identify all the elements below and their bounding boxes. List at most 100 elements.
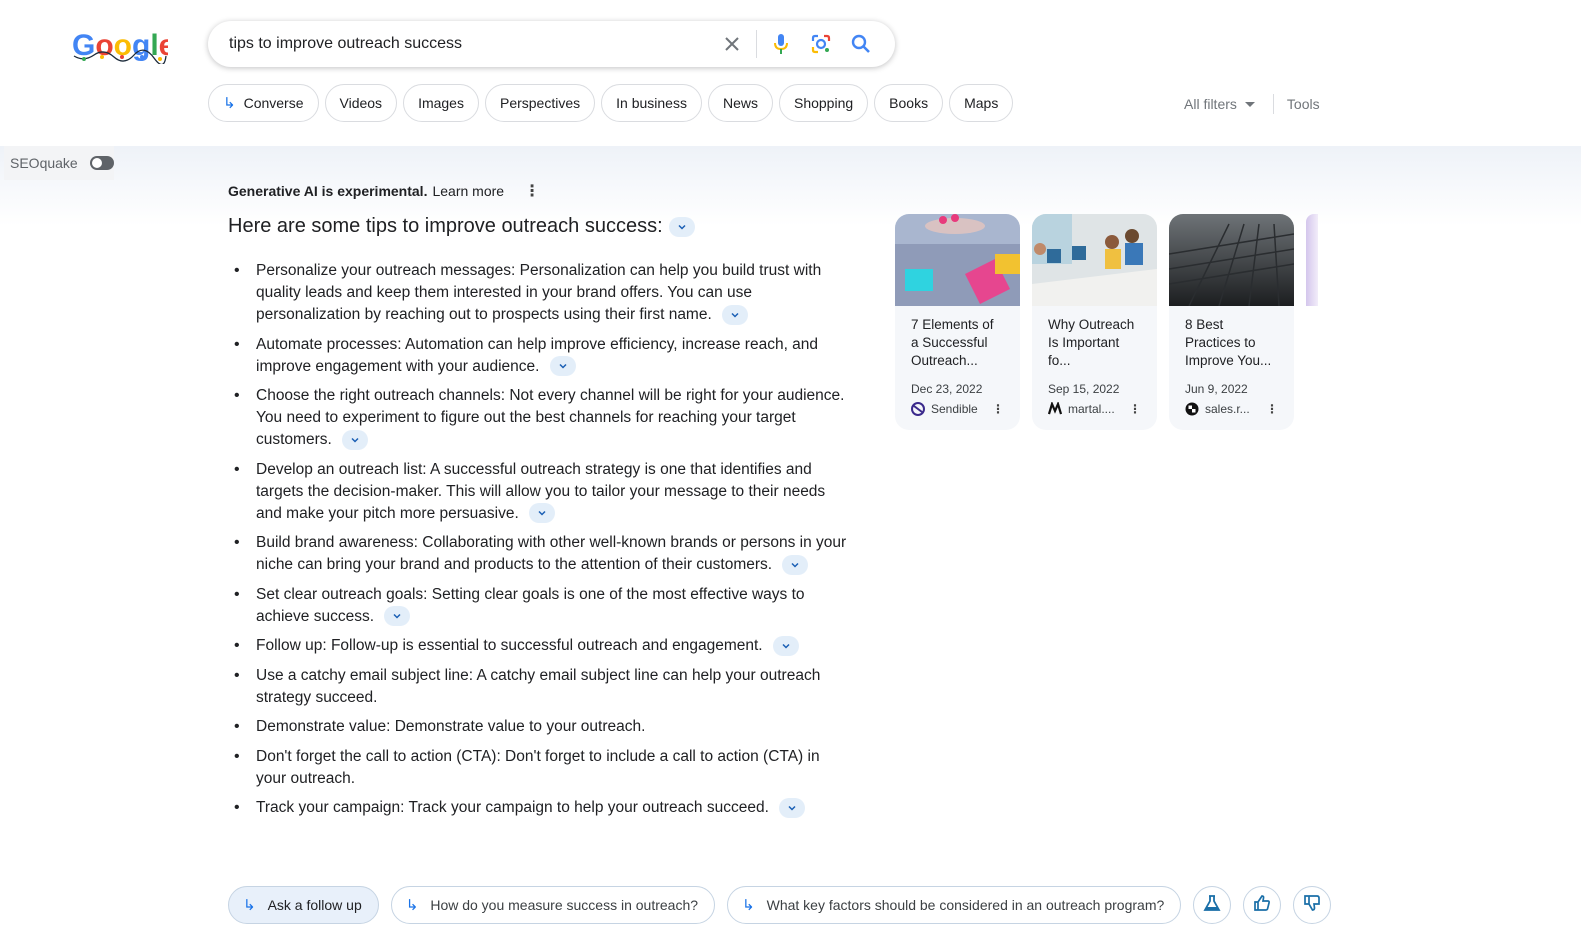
source-cards: 7 Elements of a Successful Outreach... D… [895, 214, 1294, 430]
source-card[interactable]: 8 Best Practices to Improve You... Jun 9… [1169, 214, 1294, 430]
card-title: 8 Best Practices to Improve You... [1185, 317, 1272, 368]
labs-flask-button[interactable] [1193, 886, 1232, 924]
microphone-icon[interactable] [761, 24, 801, 64]
followup-bar: ↳ Ask a follow up ↳ How do you measure suc… [228, 886, 1332, 924]
tip-item: Don't forget the call to action (CTA): D… [234, 746, 854, 790]
search-input[interactable] [229, 35, 712, 53]
chip-in-business[interactable]: In business [601, 84, 702, 122]
suggested-followup[interactable]: ↳ What key factors should be considered i… [727, 886, 1182, 924]
filters-bar: All filters Tools [1184, 94, 1320, 114]
more-options-icon[interactable]: ⋮ [1266, 402, 1278, 416]
card-date: Jun 9, 2022 [1185, 382, 1248, 396]
tip-text: Build brand awareness: Collaborating wit… [256, 534, 847, 573]
ask-follow-up-button[interactable]: ↳ Ask a follow up [228, 886, 379, 924]
source-card[interactable]: 7 Elements of a Successful Outreach... D… [895, 214, 1020, 430]
filters-divider [1272, 94, 1274, 114]
arrow-reply-icon: ↳ [742, 897, 755, 914]
followup-label: How do you measure success in outreach? [430, 897, 699, 913]
caret-down-icon[interactable] [1244, 101, 1255, 107]
more-options-icon[interactable]: ⋮ [524, 181, 540, 201]
tip-item: Track your campaign: Track your campaign… [234, 797, 854, 819]
chip-label: Images [418, 95, 464, 111]
chip-label: Shopping [793, 95, 854, 111]
chip-maps[interactable]: Maps [949, 84, 1014, 122]
tip-text: Automate processes: Automation can help … [256, 335, 819, 375]
more-options-icon[interactable]: ⋮ [1129, 402, 1141, 416]
learn-more-link[interactable]: Learn more [432, 183, 504, 199]
search-icon[interactable] [841, 24, 881, 64]
thumbs-down-button[interactable] [1293, 886, 1332, 924]
all-filters-button[interactable]: All filters [1184, 96, 1237, 112]
more-options-icon[interactable]: ⋮ [992, 402, 1004, 416]
chevron-down-icon[interactable] [549, 356, 576, 377]
chip-images[interactable]: Images [403, 84, 479, 122]
card-thumbnail [1169, 214, 1294, 307]
tip-text: Don't forget the call to action (CTA): D… [256, 747, 820, 787]
thumbs-up-button[interactable] [1243, 886, 1282, 924]
chevron-down-icon[interactable] [529, 503, 556, 524]
labs-flask-icon [1203, 894, 1221, 917]
chip-label: Converse [243, 95, 304, 111]
google-logo[interactable]: Google [72, 28, 175, 66]
chip-label: Perspectives [499, 95, 581, 111]
search-box [208, 21, 895, 67]
arrow-reply-icon: ↳ [243, 897, 256, 914]
source-card[interactable]: Why Outreach Is Important fo... Sep 15, … [1032, 214, 1157, 430]
tools-button[interactable]: Tools [1287, 96, 1320, 112]
sge-heading: Here are some tips to improve outreach s… [228, 215, 695, 238]
sendible-logo-icon [911, 402, 925, 416]
chevron-down-icon[interactable] [782, 554, 809, 575]
chevron-down-icon[interactable] [772, 635, 799, 656]
chip-label: In business [616, 95, 687, 111]
card-date: Dec 23, 2022 [911, 382, 983, 396]
tip-item: Demonstrate value: Demonstrate value to … [234, 716, 854, 738]
tip-item: Automate processes: Automation can help … [234, 334, 854, 378]
followup-label: What key factors should be considered in… [766, 897, 1165, 913]
chip-label: News [722, 95, 758, 111]
card-source: sales.r... [1205, 402, 1250, 416]
chip-label: Books [889, 95, 929, 111]
chip-videos[interactable]: Videos [324, 84, 398, 122]
chevron-down-icon[interactable] [722, 304, 749, 325]
camera-lens-icon[interactable] [801, 24, 841, 64]
chip-perspectives[interactable]: Perspectives [484, 84, 596, 122]
tip-text: Follow up: Follow-up is essential to suc… [256, 637, 763, 654]
notice-text: Generative AI is experimental. [228, 183, 428, 199]
chip-shopping[interactable]: Shopping [778, 84, 869, 122]
arrow-reply-icon: ↳ [405, 897, 419, 914]
tip-text: Demonstrate value: Demonstrate value to … [256, 718, 646, 735]
chevron-down-icon[interactable] [342, 429, 369, 450]
search-divider [756, 30, 757, 58]
card-thumbnail [1032, 214, 1157, 306]
card-source: Sendible [931, 402, 978, 416]
chip-books[interactable]: Books [874, 84, 944, 122]
tip-text: Set clear outreach goals: Setting clear … [256, 585, 805, 625]
followup-label: Ask a follow up [267, 897, 362, 913]
close-icon[interactable] [712, 24, 752, 64]
tip-text: Track your campaign: Track your campaign… [256, 799, 769, 816]
tip-item: Use a catchy email subject line: A catch… [234, 665, 854, 709]
chevron-down-icon[interactable] [668, 216, 695, 237]
heading-text: Here are some tips to improve outreach s… [228, 215, 663, 237]
tip-item: Follow up: Follow-up is essential to suc… [234, 635, 854, 657]
generative-ai-notice: Generative AI is experimental. Learn mor… [228, 181, 540, 201]
tip-item: Choose the right outreach channels: Not … [234, 385, 854, 451]
card-thumbnail [895, 214, 1020, 306]
seoquake-toggle[interactable] [89, 156, 114, 170]
seoquake-panel: SEOquake [4, 146, 114, 180]
suggested-followup[interactable]: ↳ How do you measure success in outreach? [390, 886, 716, 924]
tip-text: Use a catchy email subject line: A catch… [256, 666, 821, 706]
chip-news[interactable]: News [707, 84, 773, 122]
tip-item: Build brand awareness: Collaborating wit… [234, 532, 854, 576]
card-source: martal.... [1068, 402, 1115, 416]
thumbs-up-icon [1253, 894, 1271, 917]
chevron-down-icon[interactable] [779, 797, 806, 818]
chip-label: Maps [964, 95, 999, 111]
source-card-peek[interactable] [1306, 214, 1318, 306]
tips-list: Personalize your outreach messages: Pers… [234, 260, 854, 827]
sales-site-logo-icon [1185, 402, 1199, 416]
search-mode-chips: ↳ Converse Videos Images Perspectives In … [208, 84, 1014, 122]
tip-item: Personalize your outreach messages: Pers… [234, 260, 854, 326]
chevron-down-icon[interactable] [384, 606, 411, 627]
chip-converse[interactable]: ↳ Converse [208, 84, 319, 122]
